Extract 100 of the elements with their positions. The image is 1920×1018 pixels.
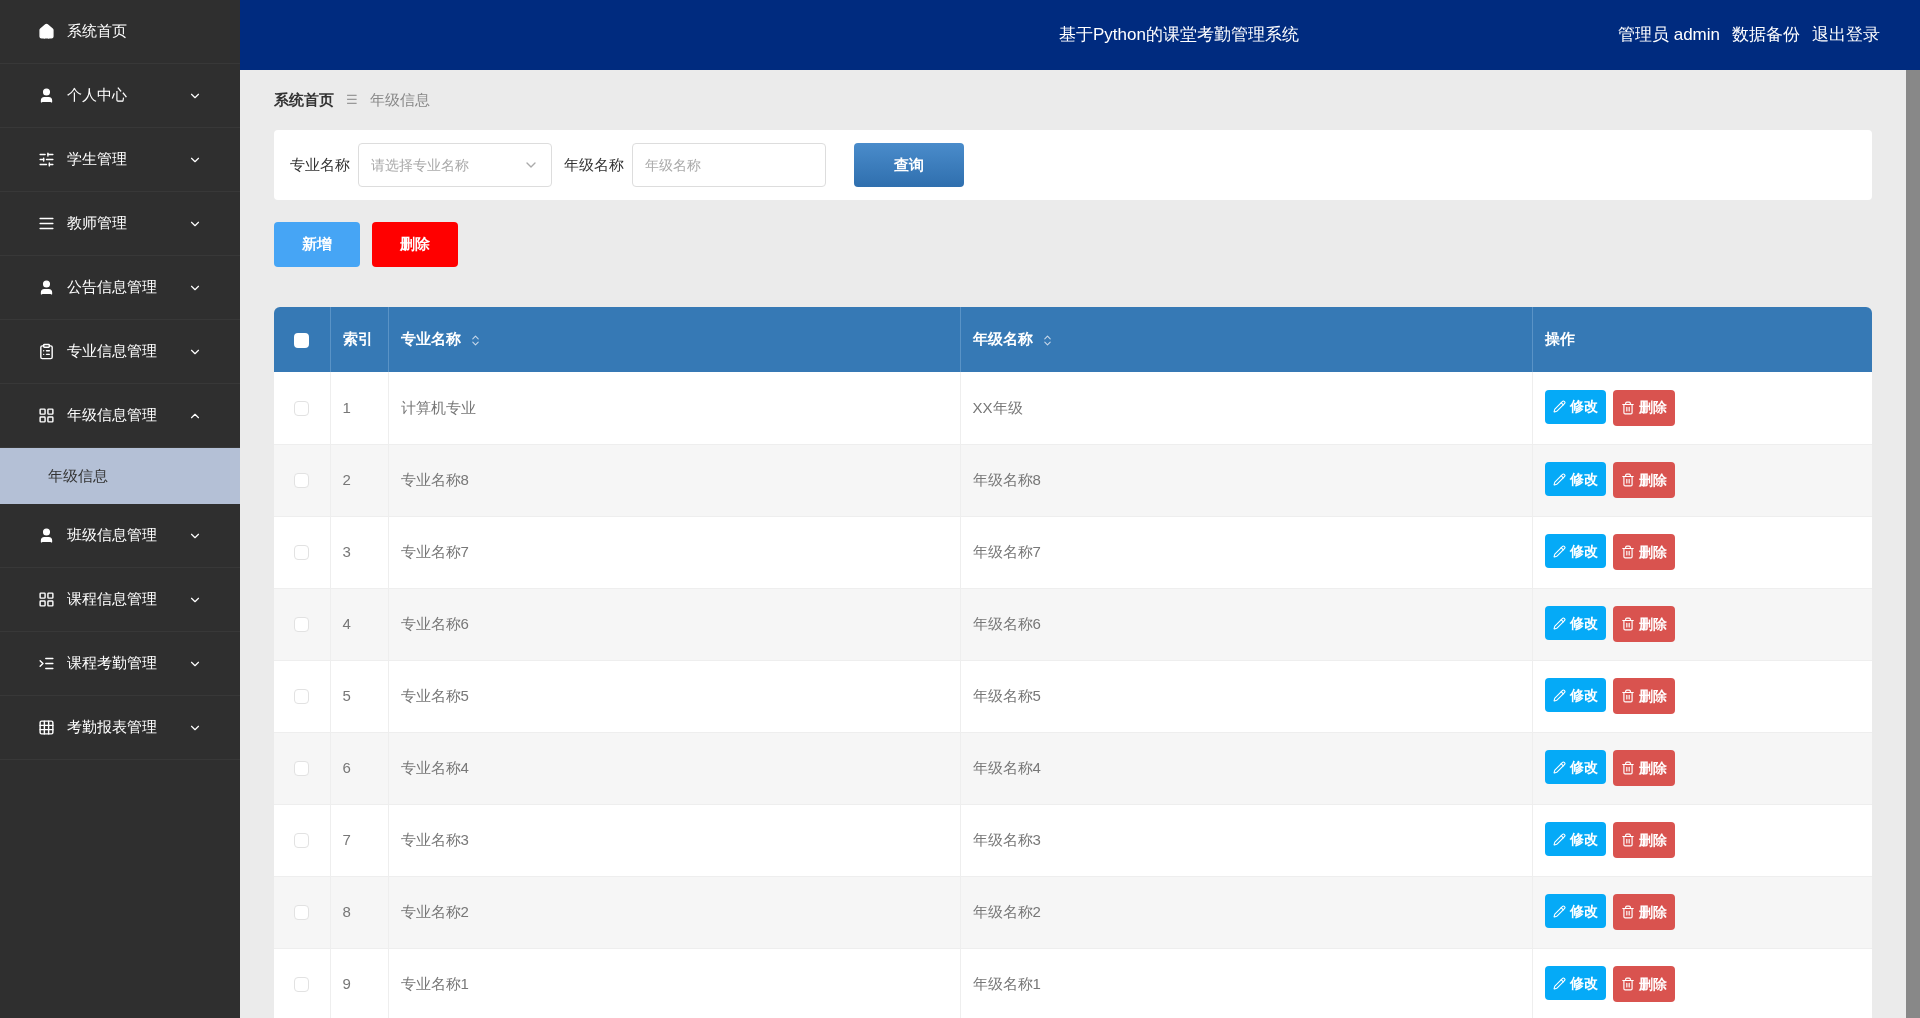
- sidebar-menu-item[interactable]: 教师管理: [0, 192, 240, 256]
- row-checkbox[interactable]: [294, 401, 310, 417]
- table-cell: 专业名称8: [400, 470, 469, 488]
- pencil-icon: [1552, 616, 1566, 630]
- column-header[interactable]: 专业名称: [388, 307, 960, 372]
- table-cell: 计算机专业: [400, 398, 476, 416]
- table-cell: 专业名称2: [400, 902, 469, 920]
- trash-icon: [1620, 400, 1635, 415]
- table-cell: 专业名称3: [400, 830, 469, 848]
- delete-button[interactable]: 删除: [1612, 822, 1675, 858]
- table-cell: 6: [342, 758, 351, 776]
- delete-button[interactable]: 删除: [1612, 678, 1675, 714]
- add-button[interactable]: 新增: [274, 222, 360, 267]
- table-cell: 7: [342, 830, 351, 848]
- edit-button[interactable]: 修改: [1544, 678, 1606, 712]
- trash-icon: [1620, 617, 1635, 631]
- delete-button[interactable]: 删除: [1612, 534, 1675, 570]
- row-checkbox[interactable]: [294, 689, 310, 705]
- grid-icon: [38, 591, 55, 608]
- edit-button[interactable]: 修改: [1544, 389, 1606, 424]
- sidebar-menu-item[interactable]: 个人中心: [0, 64, 240, 128]
- sliders-icon: [38, 151, 55, 168]
- row-checkbox[interactable]: [294, 977, 310, 993]
- breadcrumb-separator: ☰: [346, 91, 358, 110]
- header-link[interactable]: 数据备份: [1732, 22, 1800, 48]
- pencil-icon: [1552, 832, 1566, 846]
- list-icon: [38, 215, 55, 232]
- pencil-icon: [1552, 544, 1566, 558]
- table-cell: 年级名称4: [972, 758, 1041, 776]
- sidebar-menu-item[interactable]: 课程考勤管理: [0, 632, 240, 696]
- table-icon: [38, 719, 55, 736]
- trash-icon: [1620, 905, 1635, 919]
- search-button[interactable]: 查询: [854, 143, 964, 187]
- sidebar-menu-item[interactable]: 公告信息管理: [0, 256, 240, 320]
- row-checkbox[interactable]: [294, 833, 310, 849]
- scrollbar[interactable]: [1906, 70, 1920, 1018]
- row-checkbox[interactable]: [294, 473, 310, 489]
- sidebar-menu-item[interactable]: 考勤报表管理: [0, 696, 240, 760]
- row-checkbox[interactable]: [294, 617, 310, 633]
- row-checkbox[interactable]: [294, 761, 310, 777]
- sidebar-submenu-item[interactable]: 年级信息: [0, 448, 240, 504]
- column-header: 操作: [1532, 307, 1872, 372]
- sidebar-menu-item[interactable]: 专业信息管理: [0, 320, 240, 384]
- table-cell: 2: [342, 470, 351, 488]
- edit-button[interactable]: 修改: [1544, 822, 1606, 856]
- delete-button[interactable]: 删除: [1612, 462, 1675, 498]
- indent-icon: [38, 655, 55, 672]
- column-header[interactable]: 年级名称: [960, 307, 1532, 372]
- select-all-checkbox[interactable]: [294, 332, 310, 348]
- trash-icon: [1620, 977, 1635, 991]
- trash-icon: [1620, 689, 1635, 703]
- header-link[interactable]: 退出登录: [1812, 22, 1880, 48]
- house-icon: [38, 23, 55, 40]
- edit-button[interactable]: 修改: [1544, 606, 1606, 640]
- table-cell: 9: [342, 974, 351, 992]
- edit-button[interactable]: 修改: [1544, 894, 1606, 928]
- pencil-icon: [1552, 976, 1566, 990]
- table-cell: 5: [342, 686, 351, 704]
- field-label: 年级名称: [564, 154, 624, 175]
- edit-button[interactable]: 修改: [1544, 750, 1606, 784]
- row-checkbox[interactable]: [294, 545, 310, 561]
- system-title: 基于Python的课堂考勤管理系统: [1059, 24, 1299, 47]
- trash-icon: [1620, 545, 1635, 559]
- sidebar-menu-item[interactable]: 学生管理: [0, 128, 240, 192]
- input-field[interactable]: 年级名称: [632, 143, 826, 187]
- delete-button[interactable]: 删除: [1612, 389, 1675, 426]
- edit-button[interactable]: 修改: [1544, 966, 1606, 1000]
- breadcrumb-item[interactable]: 系统首页: [274, 88, 334, 112]
- grid-icon: [38, 407, 55, 424]
- table-cell: 专业名称1: [400, 974, 469, 992]
- delete-button[interactable]: 删除: [1612, 750, 1675, 786]
- pencil-icon: [1552, 400, 1566, 414]
- sidebar-menu-item[interactable]: 课程信息管理: [0, 568, 240, 632]
- sidebar-menu-item[interactable]: 班级信息管理: [0, 504, 240, 568]
- table-cell: 专业名称4: [400, 758, 469, 776]
- breadcrumb-item: 年级信息: [370, 89, 430, 110]
- table-cell: 4: [342, 614, 351, 632]
- table-cell: 年级名称3: [972, 830, 1041, 848]
- table-cell: 专业名称5: [400, 686, 469, 704]
- delete-button[interactable]: 删除: [1612, 606, 1675, 642]
- delete-button[interactable]: 删除: [372, 222, 458, 267]
- pencil-icon: [1552, 688, 1566, 702]
- user-label: 管理员 admin: [1617, 24, 1720, 47]
- select-field[interactable]: 请选择专业名称: [358, 143, 552, 187]
- edit-button[interactable]: 修改: [1544, 534, 1606, 568]
- table-cell: 年级名称7: [972, 542, 1041, 560]
- delete-button[interactable]: 删除: [1612, 894, 1675, 930]
- column-header: 索引: [330, 307, 388, 372]
- trash-icon: [1620, 833, 1635, 847]
- pencil-icon: [1552, 472, 1566, 486]
- table-cell: 年级名称8: [972, 470, 1041, 488]
- person-icon: [38, 279, 55, 296]
- table-cell: 3: [342, 542, 351, 560]
- row-checkbox[interactable]: [294, 905, 310, 921]
- field-label: 专业名称: [290, 154, 350, 175]
- delete-button[interactable]: 删除: [1612, 966, 1675, 1002]
- trash-icon: [1620, 473, 1635, 487]
- table-cell: 专业名称6: [400, 614, 469, 632]
- table-cell: 8: [342, 902, 351, 920]
- edit-button[interactable]: 修改: [1544, 462, 1606, 496]
